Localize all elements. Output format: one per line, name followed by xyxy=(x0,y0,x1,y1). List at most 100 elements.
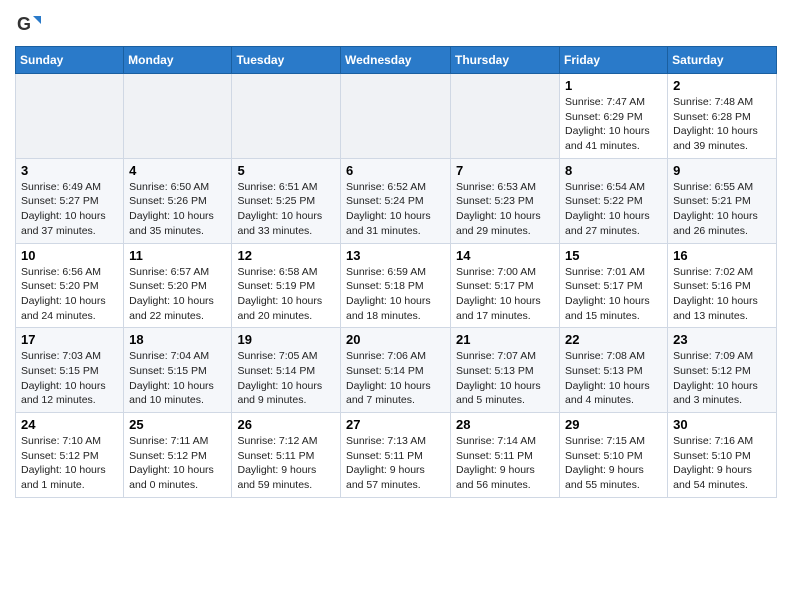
day-number: 18 xyxy=(129,332,226,347)
calendar-cell xyxy=(16,74,124,159)
day-info: Sunrise: 7:11 AM Sunset: 5:12 PM Dayligh… xyxy=(129,434,226,493)
day-number: 14 xyxy=(456,248,554,263)
calendar-cell: 24 Sunrise: 7:10 AM Sunset: 5:12 PM Dayli… xyxy=(16,413,124,498)
day-number: 3 xyxy=(21,163,118,178)
calendar-cell: 13 Sunrise: 6:59 AM Sunset: 5:18 PM Dayli… xyxy=(341,243,451,328)
calendar-cell xyxy=(232,74,341,159)
calendar-header: SundayMondayTuesdayWednesdayThursdayFrid… xyxy=(16,47,777,74)
calendar-cell: 5 Sunrise: 6:51 AM Sunset: 5:25 PM Daylig… xyxy=(232,158,341,243)
calendar-body: 1 Sunrise: 7:47 AM Sunset: 6:29 PM Daylig… xyxy=(16,74,777,498)
day-number: 25 xyxy=(129,417,226,432)
day-number: 21 xyxy=(456,332,554,347)
day-number: 29 xyxy=(565,417,662,432)
day-info: Sunrise: 7:01 AM Sunset: 5:17 PM Dayligh… xyxy=(565,265,662,324)
week-row-0: 1 Sunrise: 7:47 AM Sunset: 6:29 PM Daylig… xyxy=(16,74,777,159)
weekday-header-row: SundayMondayTuesdayWednesdayThursdayFrid… xyxy=(16,47,777,74)
calendar-table: SundayMondayTuesdayWednesdayThursdayFrid… xyxy=(15,46,777,498)
calendar-cell: 20Sunrise: 7:06 AM Sunset: 5:14 PM Dayli… xyxy=(341,328,451,413)
day-info: Sunrise: 6:54 AM Sunset: 5:22 PM Dayligh… xyxy=(565,180,662,239)
day-number: 23 xyxy=(673,332,771,347)
day-number: 28 xyxy=(456,417,554,432)
day-number: 16 xyxy=(673,248,771,263)
week-row-3: 17Sunrise: 7:03 AM Sunset: 5:15 PM Dayli… xyxy=(16,328,777,413)
day-number: 1 xyxy=(565,78,662,93)
day-number: 19 xyxy=(237,332,335,347)
day-number: 8 xyxy=(565,163,662,178)
calendar-cell: 8 Sunrise: 6:54 AM Sunset: 5:22 PM Daylig… xyxy=(560,158,668,243)
calendar-cell: 16 Sunrise: 7:02 AM Sunset: 5:16 PM Dayli… xyxy=(668,243,777,328)
week-row-1: 3 Sunrise: 6:49 AM Sunset: 5:27 PM Daylig… xyxy=(16,158,777,243)
day-number: 24 xyxy=(21,417,118,432)
day-number: 12 xyxy=(237,248,335,263)
calendar-cell: 21 Sunrise: 7:07 AM Sunset: 5:13 PM Dayli… xyxy=(451,328,560,413)
weekday-wednesday: Wednesday xyxy=(341,47,451,74)
calendar-cell: 11Sunrise: 6:57 AM Sunset: 5:20 PM Dayli… xyxy=(124,243,232,328)
day-number: 5 xyxy=(237,163,335,178)
logo-icon: G xyxy=(15,10,43,38)
calendar-cell xyxy=(451,74,560,159)
day-info: Sunrise: 6:58 AM Sunset: 5:19 PM Dayligh… xyxy=(237,265,335,324)
day-info: Sunrise: 7:16 AM Sunset: 5:10 PM Dayligh… xyxy=(673,434,771,493)
calendar-cell: 19Sunrise: 7:05 AM Sunset: 5:14 PM Dayli… xyxy=(232,328,341,413)
day-info: Sunrise: 6:51 AM Sunset: 5:25 PM Dayligh… xyxy=(237,180,335,239)
day-number: 4 xyxy=(129,163,226,178)
day-info: Sunrise: 7:15 AM Sunset: 5:10 PM Dayligh… xyxy=(565,434,662,493)
weekday-thursday: Thursday xyxy=(451,47,560,74)
calendar-cell: 25 Sunrise: 7:11 AM Sunset: 5:12 PM Dayli… xyxy=(124,413,232,498)
day-info: Sunrise: 6:59 AM Sunset: 5:18 PM Dayligh… xyxy=(346,265,445,324)
weekday-sunday: Sunday xyxy=(16,47,124,74)
weekday-saturday: Saturday xyxy=(668,47,777,74)
calendar-cell: 10 Sunrise: 6:56 AM Sunset: 5:20 PM Dayli… xyxy=(16,243,124,328)
day-number: 11 xyxy=(129,248,226,263)
calendar-cell: 14 Sunrise: 7:00 AM Sunset: 5:17 PM Dayli… xyxy=(451,243,560,328)
calendar-cell: 23 Sunrise: 7:09 AM Sunset: 5:12 PM Dayli… xyxy=(668,328,777,413)
day-info: Sunrise: 6:50 AM Sunset: 5:26 PM Dayligh… xyxy=(129,180,226,239)
day-number: 7 xyxy=(456,163,554,178)
logo: G xyxy=(15,10,45,38)
day-info: Sunrise: 7:47 AM Sunset: 6:29 PM Dayligh… xyxy=(565,95,662,154)
calendar-cell: 22Sunrise: 7:08 AM Sunset: 5:13 PM Dayli… xyxy=(560,328,668,413)
calendar-cell: 15 Sunrise: 7:01 AM Sunset: 5:17 PM Dayli… xyxy=(560,243,668,328)
day-number: 15 xyxy=(565,248,662,263)
day-info: Sunrise: 6:56 AM Sunset: 5:20 PM Dayligh… xyxy=(21,265,118,324)
calendar-cell: 2Sunrise: 7:48 AM Sunset: 6:28 PM Daylig… xyxy=(668,74,777,159)
calendar-cell: 29 Sunrise: 7:15 AM Sunset: 5:10 PM Dayli… xyxy=(560,413,668,498)
day-info: Sunrise: 7:07 AM Sunset: 5:13 PM Dayligh… xyxy=(456,349,554,408)
day-number: 30 xyxy=(673,417,771,432)
day-info: Sunrise: 7:03 AM Sunset: 5:15 PM Dayligh… xyxy=(21,349,118,408)
calendar-cell: 1 Sunrise: 7:47 AM Sunset: 6:29 PM Daylig… xyxy=(560,74,668,159)
day-info: Sunrise: 7:02 AM Sunset: 5:16 PM Dayligh… xyxy=(673,265,771,324)
day-info: Sunrise: 7:09 AM Sunset: 5:12 PM Dayligh… xyxy=(673,349,771,408)
calendar-cell: 7 Sunrise: 6:53 AM Sunset: 5:23 PM Daylig… xyxy=(451,158,560,243)
day-info: Sunrise: 7:13 AM Sunset: 5:11 PM Dayligh… xyxy=(346,434,445,493)
day-info: Sunrise: 7:00 AM Sunset: 5:17 PM Dayligh… xyxy=(456,265,554,324)
calendar-cell: 12 Sunrise: 6:58 AM Sunset: 5:19 PM Dayli… xyxy=(232,243,341,328)
day-info: Sunrise: 7:10 AM Sunset: 5:12 PM Dayligh… xyxy=(21,434,118,493)
calendar-cell: 3 Sunrise: 6:49 AM Sunset: 5:27 PM Daylig… xyxy=(16,158,124,243)
calendar-cell: 27 Sunrise: 7:13 AM Sunset: 5:11 PM Dayli… xyxy=(341,413,451,498)
page-header: G xyxy=(15,10,777,38)
calendar-cell xyxy=(124,74,232,159)
calendar-cell: 26Sunrise: 7:12 AM Sunset: 5:11 PM Dayli… xyxy=(232,413,341,498)
day-info: Sunrise: 6:53 AM Sunset: 5:23 PM Dayligh… xyxy=(456,180,554,239)
calendar-cell: 4 Sunrise: 6:50 AM Sunset: 5:26 PM Daylig… xyxy=(124,158,232,243)
day-info: Sunrise: 7:14 AM Sunset: 5:11 PM Dayligh… xyxy=(456,434,554,493)
weekday-monday: Monday xyxy=(124,47,232,74)
calendar-cell: 30 Sunrise: 7:16 AM Sunset: 5:10 PM Dayli… xyxy=(668,413,777,498)
calendar-cell xyxy=(341,74,451,159)
week-row-4: 24 Sunrise: 7:10 AM Sunset: 5:12 PM Dayli… xyxy=(16,413,777,498)
calendar-cell: 9Sunrise: 6:55 AM Sunset: 5:21 PM Daylig… xyxy=(668,158,777,243)
calendar-cell: 6Sunrise: 6:52 AM Sunset: 5:24 PM Daylig… xyxy=(341,158,451,243)
day-number: 20 xyxy=(346,332,445,347)
day-number: 22 xyxy=(565,332,662,347)
day-number: 9 xyxy=(673,163,771,178)
week-row-2: 10 Sunrise: 6:56 AM Sunset: 5:20 PM Dayli… xyxy=(16,243,777,328)
day-info: Sunrise: 6:49 AM Sunset: 5:27 PM Dayligh… xyxy=(21,180,118,239)
day-info: Sunrise: 7:04 AM Sunset: 5:15 PM Dayligh… xyxy=(129,349,226,408)
day-number: 13 xyxy=(346,248,445,263)
day-number: 27 xyxy=(346,417,445,432)
day-number: 26 xyxy=(237,417,335,432)
calendar-cell: 17Sunrise: 7:03 AM Sunset: 5:15 PM Dayli… xyxy=(16,328,124,413)
calendar-cell: 28 Sunrise: 7:14 AM Sunset: 5:11 PM Dayli… xyxy=(451,413,560,498)
day-number: 10 xyxy=(21,248,118,263)
